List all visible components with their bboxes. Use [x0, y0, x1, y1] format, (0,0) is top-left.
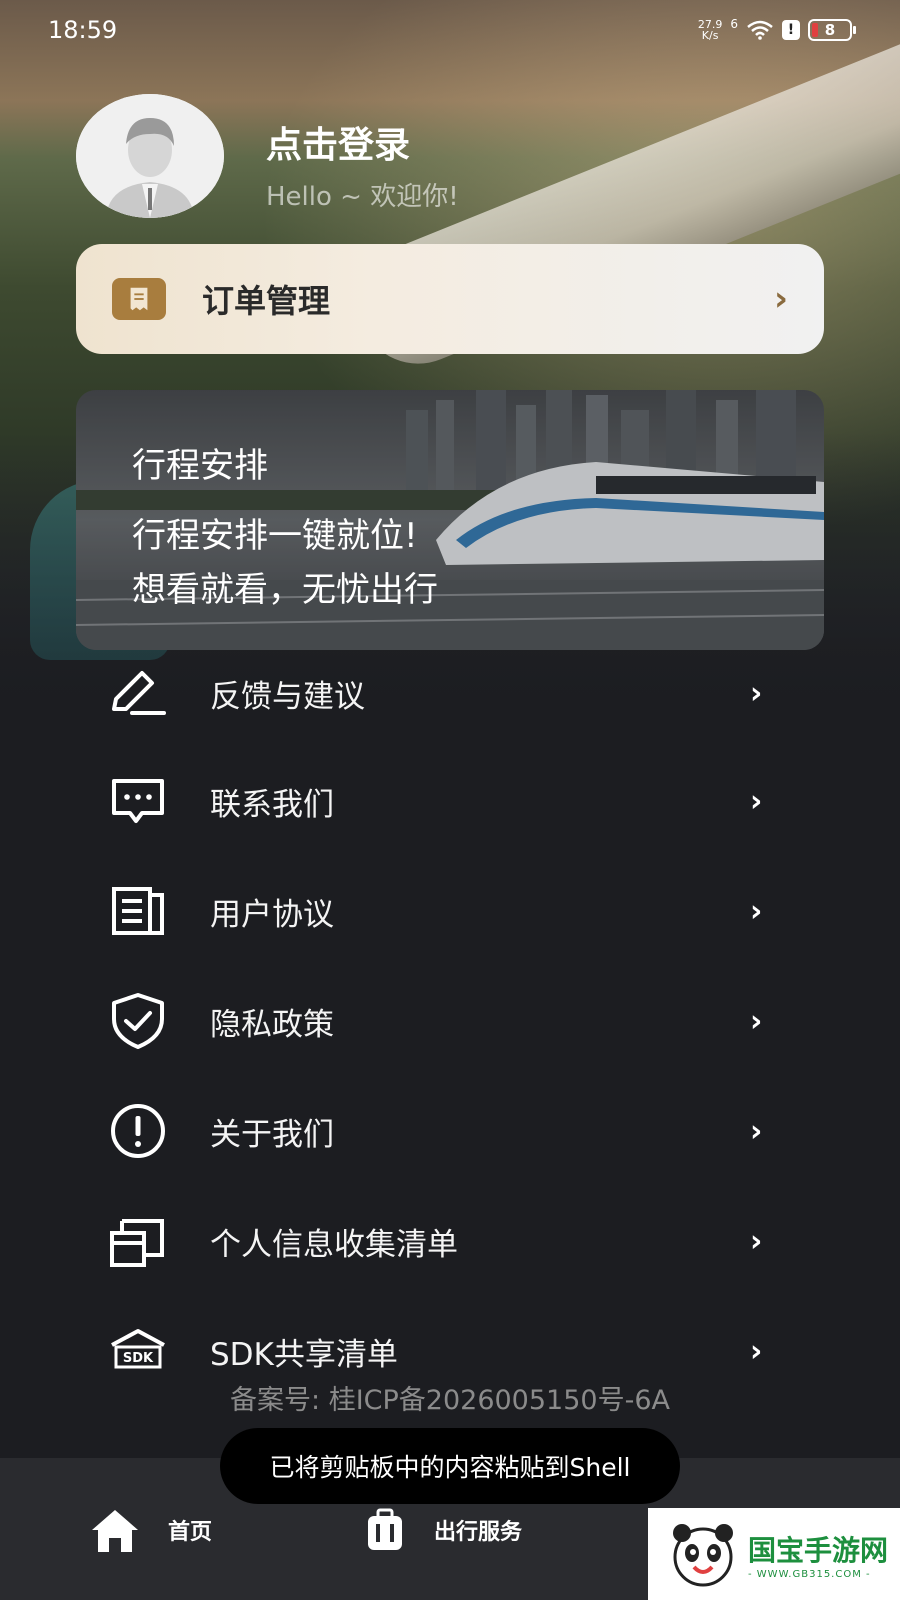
net-signal-count: 6: [730, 17, 738, 31]
folder-card-icon: [110, 1219, 164, 1267]
menu-label-sdk-list: SDK共享清单: [210, 1336, 398, 1373]
trip-banner[interactable]: 行程安排 行程安排一键就位! 想看就看，无忧出行: [76, 390, 824, 650]
menu-item-contact[interactable]: 联系我们 ›: [0, 746, 900, 856]
chevron-right-icon: ›: [750, 783, 763, 819]
login-title[interactable]: 点击登录: [266, 116, 410, 168]
watermark: 国宝手游网 - WWW.GB315.COM -: [648, 1508, 900, 1600]
menu-item-privacy-policy[interactable]: 隐私政策 ›: [0, 966, 900, 1076]
message-icon: [112, 779, 164, 823]
watermark-brand: 国宝手游网: [748, 1533, 889, 1567]
menu-label-user-agreement: 用户协议: [210, 896, 334, 933]
menu-label-contact: 联系我们: [210, 786, 334, 823]
order-management-card[interactable]: 订单管理 ›: [76, 244, 824, 354]
menu-item-about-us[interactable]: 关于我们 ›: [0, 1076, 900, 1186]
menu-item-user-agreement[interactable]: 用户协议 ›: [0, 856, 900, 966]
menu-label-personal-info-list: 个人信息收集清单: [210, 1226, 458, 1263]
order-management-label: 订单管理: [202, 282, 331, 320]
receipt-icon: [112, 278, 166, 320]
wifi-icon: [747, 20, 773, 40]
document-icon: [112, 887, 164, 935]
sdk-box-icon: SDK: [111, 1329, 165, 1369]
battery-icon: 8: [808, 19, 856, 41]
shield-check-icon: [112, 993, 164, 1049]
luggage-icon: [368, 1508, 402, 1550]
menu-label-privacy-policy: 隐私政策: [210, 1006, 334, 1043]
chevron-right-icon: ›: [750, 1333, 763, 1369]
menu-label-feedback: 反馈与建议: [210, 678, 365, 715]
alert-icon: !: [782, 20, 800, 40]
panda-logo-icon: [673, 1524, 733, 1587]
status-icons: 27.9 K/s 6 ! 8: [698, 17, 856, 41]
user-avatar-icon: [76, 94, 224, 218]
icp-record-text: 备案号: 桂ICP备2026005150号-6A: [230, 1385, 670, 1416]
nav-tab-home[interactable]: 首页: [90, 1500, 212, 1560]
watermark-url: - WWW.GB315.COM -: [748, 1568, 871, 1580]
menu-label-about-us: 关于我们: [210, 1116, 334, 1153]
menu-item-personal-info-list[interactable]: 个人信息收集清单 ›: [0, 1186, 900, 1296]
nav-tab-travel-service[interactable]: 出行服务: [364, 1500, 522, 1560]
nav-label-home: 首页: [168, 1520, 213, 1545]
chevron-right-icon: ›: [750, 1113, 763, 1149]
chevron-right-icon: ›: [773, 279, 788, 319]
chevron-right-icon: ›: [750, 1223, 763, 1259]
net-speed-unit: K/s: [701, 29, 719, 42]
chevron-right-icon: ›: [750, 675, 763, 711]
trip-banner-line1: 行程安排一键就位!: [132, 516, 418, 556]
status-bar: 18:59 27.9 K/s 6 ! 8: [0, 0, 900, 60]
home-icon: [92, 1510, 138, 1552]
trip-banner-title: 行程安排: [132, 446, 268, 486]
battery-level: 8: [824, 21, 836, 39]
toast-message: 已将剪贴板中的内容粘贴到Shell: [220, 1428, 680, 1504]
info-circle-icon: [111, 1104, 165, 1158]
feedback-pencil-icon: [112, 671, 166, 715]
avatar[interactable]: [76, 94, 224, 218]
chevron-right-icon: ›: [750, 1003, 763, 1039]
menu-item-feedback[interactable]: 反馈与建议 ›: [0, 638, 900, 748]
net-speed: 27.9 K/s: [698, 19, 723, 41]
chevron-right-icon: ›: [750, 893, 763, 929]
login-subtitle: Hello ~ 欢迎你!: [266, 182, 459, 212]
svg-text:SDK: SDK: [123, 1351, 154, 1366]
nav-label-travel-service: 出行服务: [434, 1520, 523, 1545]
status-time: 18:59: [48, 16, 118, 44]
trip-banner-line2: 想看就看，无忧出行: [132, 570, 438, 610]
